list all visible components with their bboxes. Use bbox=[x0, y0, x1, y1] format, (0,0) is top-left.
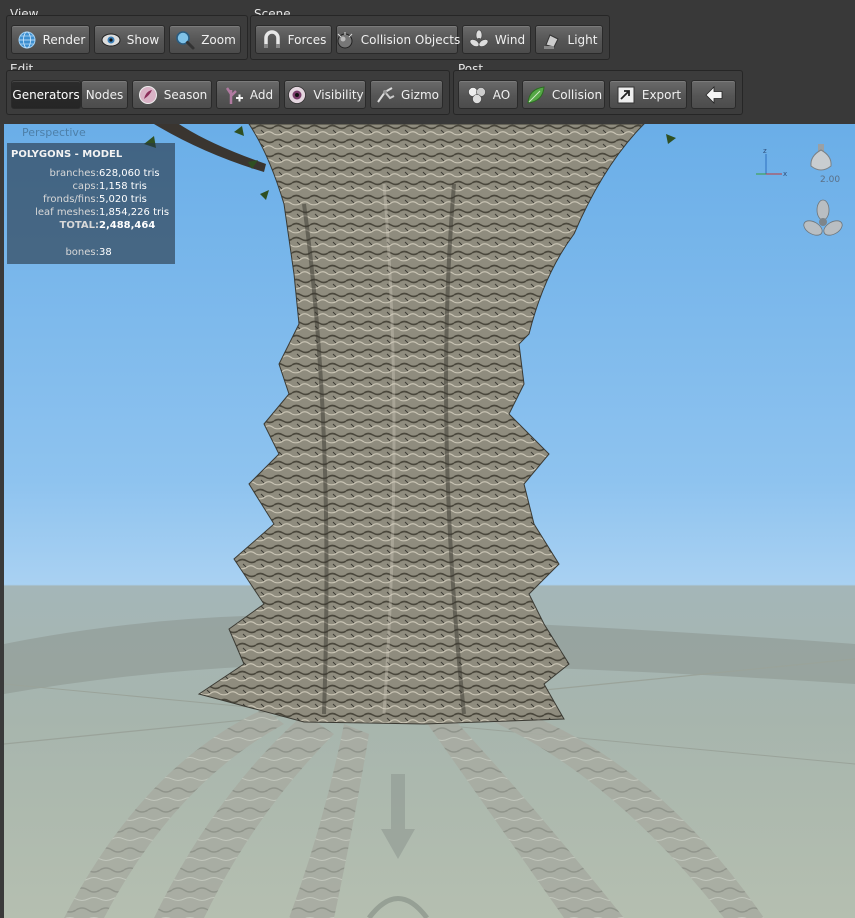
season-label: Season bbox=[163, 87, 208, 102]
wind-label: Wind bbox=[494, 32, 526, 47]
stats-row-fronds: fronds/fins: 5,020 tris bbox=[7, 194, 175, 207]
light-direction-icon[interactable] bbox=[806, 142, 836, 179]
collision-objects-label: Collision Objects bbox=[360, 32, 461, 47]
collision-label: Collision bbox=[551, 87, 603, 102]
stats-key: bones: bbox=[65, 247, 99, 258]
stats-key: caps: bbox=[72, 181, 99, 192]
light-button[interactable]: Light bbox=[535, 25, 603, 54]
stats-key: leaf meshes: bbox=[35, 207, 99, 218]
collision-button[interactable]: Collision bbox=[522, 80, 605, 109]
gizmo-label: Gizmo bbox=[401, 87, 439, 102]
ao-label: AO bbox=[492, 87, 511, 102]
stats-key: fronds/fins: bbox=[42, 194, 99, 205]
light-label: Light bbox=[567, 32, 598, 47]
sphere-icon bbox=[334, 29, 356, 51]
stats-row-caps: caps: 1,158 tris bbox=[7, 181, 175, 194]
stats-row-branches: branches: 628,060 tris bbox=[7, 168, 175, 181]
visibility-label: Visibility bbox=[313, 87, 364, 102]
add-button[interactable]: Add bbox=[216, 80, 280, 109]
nodes-label: Nodes bbox=[85, 87, 124, 102]
stats-value: 2,488,464 bbox=[99, 220, 156, 231]
fan-icon bbox=[468, 29, 490, 51]
ao-button[interactable]: AO bbox=[458, 80, 518, 109]
light-intensity-value: 2.00 bbox=[820, 175, 841, 185]
gizmo-icon bbox=[374, 84, 396, 106]
zoom-button[interactable]: Zoom bbox=[169, 25, 241, 54]
visibility-button[interactable]: Visibility bbox=[284, 80, 366, 109]
wind-fan-icon[interactable] bbox=[802, 199, 844, 248]
magnet-icon bbox=[261, 29, 283, 51]
stats-row-total: TOTAL: 2,488,464 bbox=[7, 220, 175, 233]
stats-header: POLYGONS - MODEL bbox=[11, 149, 123, 160]
stats-key: TOTAL: bbox=[59, 220, 99, 231]
forces-button[interactable]: Forces bbox=[255, 25, 332, 54]
stats-value: 1,158 tris bbox=[99, 181, 147, 192]
axis-orientation-widget: z x bbox=[752, 147, 792, 183]
axis-z-label: z bbox=[763, 148, 767, 155]
forces-label: Forces bbox=[287, 32, 327, 47]
export-button[interactable]: Export bbox=[609, 80, 687, 109]
axis-x-label: x bbox=[783, 170, 787, 178]
generators-tab[interactable]: Generators bbox=[11, 80, 81, 109]
stats-value: 1,854,226 tris bbox=[99, 207, 170, 218]
lamp-icon bbox=[541, 29, 563, 51]
stats-key: branches: bbox=[49, 168, 100, 179]
stats-value: 5,020 tris bbox=[99, 194, 147, 205]
nodes-tab[interactable]: Nodes bbox=[81, 80, 128, 109]
season-icon bbox=[137, 84, 159, 106]
gizmo-button[interactable]: Gizmo bbox=[370, 80, 443, 109]
stats-value: 628,060 tris bbox=[99, 168, 160, 179]
ao-spheres-icon bbox=[466, 84, 488, 106]
season-button[interactable]: Season bbox=[132, 80, 212, 109]
add-branch-icon bbox=[223, 84, 245, 106]
stats-value: 38 bbox=[99, 247, 112, 258]
toolbar: View Render Show Zoom Scene Forces Colli… bbox=[0, 0, 855, 124]
add-label: Add bbox=[249, 87, 274, 102]
eye-icon bbox=[100, 29, 122, 51]
render-button[interactable]: Render bbox=[11, 25, 90, 54]
generators-label: Generators bbox=[12, 87, 80, 102]
globe-icon bbox=[16, 29, 38, 51]
show-button[interactable]: Show bbox=[94, 25, 165, 54]
magnifier-icon bbox=[174, 29, 196, 51]
viewport-mode-label: Perspective bbox=[22, 126, 86, 139]
export-label: Export bbox=[641, 87, 682, 102]
back-arrow-icon bbox=[703, 84, 725, 106]
show-label: Show bbox=[126, 32, 160, 47]
polygon-stats-panel: POLYGONS - MODEL branches: 628,060 tris … bbox=[7, 143, 175, 264]
collision-objects-button[interactable]: Collision Objects bbox=[334, 25, 461, 54]
stats-row-bones: bones: 38 bbox=[7, 247, 175, 260]
render-label: Render bbox=[42, 32, 86, 47]
export-icon bbox=[615, 84, 637, 106]
zoom-label: Zoom bbox=[201, 32, 236, 47]
stats-row-leaf-meshes: leaf meshes: 1,854,226 tris bbox=[7, 207, 175, 220]
back-button[interactable] bbox=[691, 80, 736, 109]
wind-button[interactable]: Wind bbox=[462, 25, 531, 54]
leaf-icon bbox=[525, 84, 547, 106]
visibility-eye-icon bbox=[286, 84, 308, 106]
